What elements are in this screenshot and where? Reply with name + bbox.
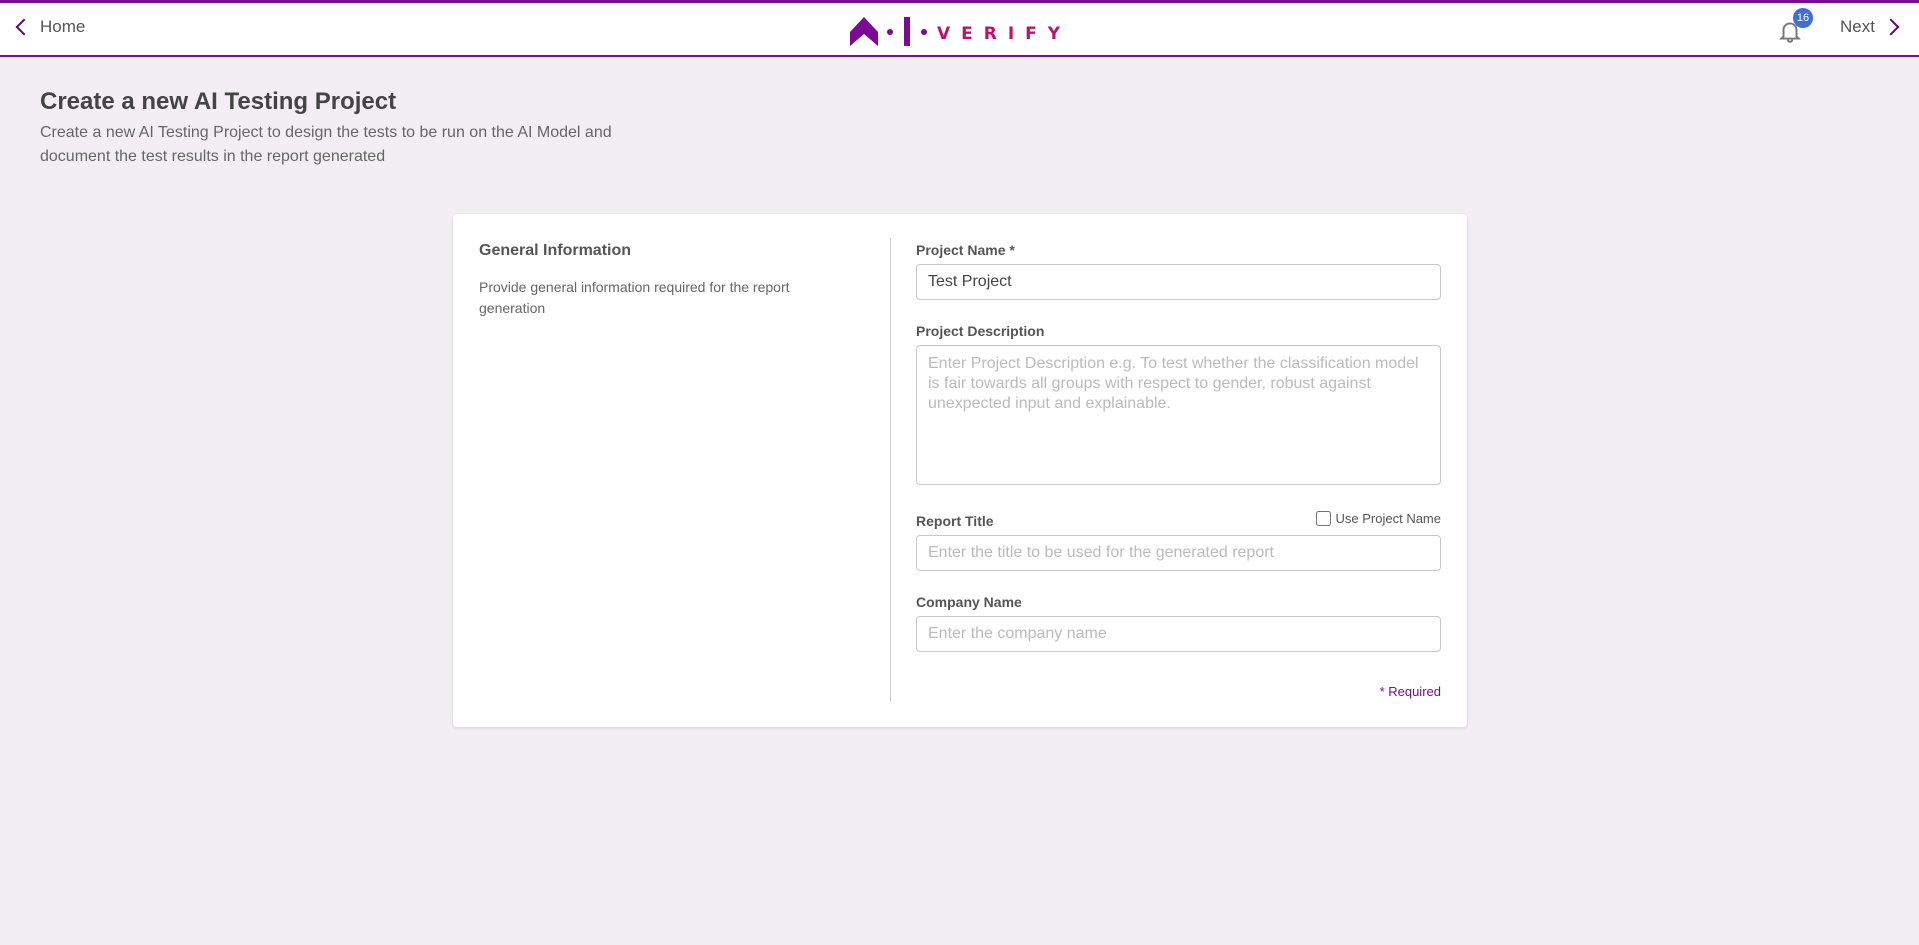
company-name-input[interactable] (916, 616, 1441, 652)
divider (890, 238, 891, 702)
company-name-label: Company Name (916, 594, 1022, 610)
aiverify-logo: VERIFY (850, 17, 1071, 46)
report-title-input[interactable] (916, 535, 1441, 571)
project-name-label: Project Name * (916, 242, 1015, 258)
notification-badge[interactable]: 16 (1793, 8, 1813, 28)
project-description-label: Project Description (916, 323, 1045, 339)
use-project-name-label: Use Project Name (1335, 511, 1441, 526)
required-note: * Required (1379, 684, 1441, 699)
use-project-name-checkbox[interactable] (1315, 511, 1331, 526)
home-button[interactable]: Home (15, 17, 86, 37)
home-label: Home (40, 17, 86, 36)
next-button[interactable]: Next (1840, 17, 1900, 37)
page-title: Create a new AI Testing Project (40, 88, 397, 115)
use-project-name-toggle[interactable]: Use Project Name (1315, 511, 1441, 526)
top-bar: Home VERIFY 16 Next (0, 0, 1919, 57)
chevron-right-icon (1882, 18, 1900, 36)
next-label: Next (1840, 17, 1875, 36)
report-title-label: Report Title (916, 513, 994, 529)
section-heading: General Information (479, 242, 632, 259)
project-name-input[interactable] (916, 264, 1441, 300)
project-description-input[interactable] (916, 345, 1441, 485)
general-info-card: General Information Provide general info… (453, 214, 1467, 727)
page-subtitle: Create a new AI Testing Project to desig… (40, 124, 612, 165)
chevron-left-icon (15, 18, 33, 36)
svg-text:VERIFY: VERIFY (937, 24, 1071, 44)
section-description: Provide general information required for… (479, 279, 790, 316)
